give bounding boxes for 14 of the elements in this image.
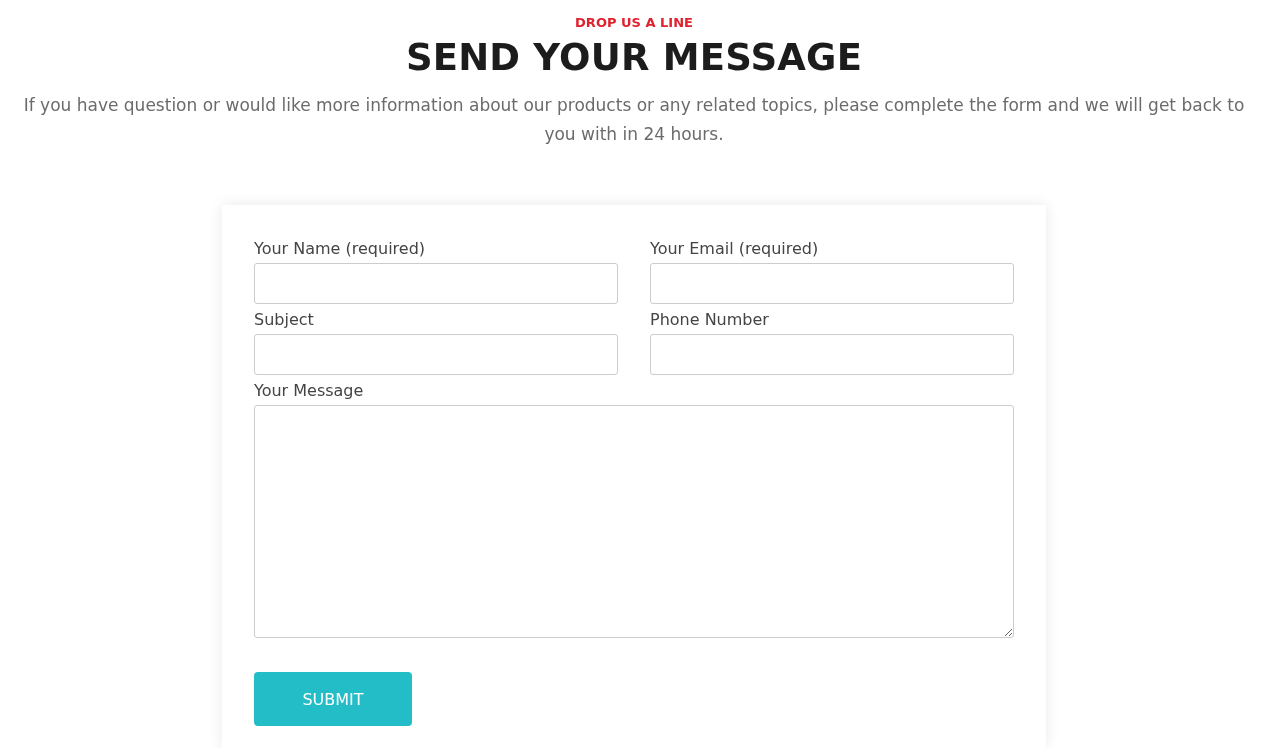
submit-button[interactable]: SUBMIT xyxy=(254,672,412,726)
field-label: Phone Number xyxy=(650,309,769,331)
field-label: Your Message xyxy=(254,380,364,402)
field-label: Subject xyxy=(254,309,314,331)
intro-paragraph: If you have question or would like more information about our products or any related topics, please complete the form and we will get back to you with in 24 hours. xyxy=(22,94,1246,146)
page-title: SEND YOUR MESSAGE xyxy=(405,36,863,79)
input-field[interactable] xyxy=(254,334,618,375)
field-label: Your Email (required) xyxy=(650,238,819,260)
input-field[interactable] xyxy=(650,334,1014,375)
input-field[interactable] xyxy=(254,263,618,304)
message-field[interactable] xyxy=(254,405,1014,638)
eyebrow-text: DROP US A LINE xyxy=(575,15,693,30)
input-field[interactable] xyxy=(650,263,1014,304)
field-label: Your Name (required) xyxy=(254,238,426,260)
